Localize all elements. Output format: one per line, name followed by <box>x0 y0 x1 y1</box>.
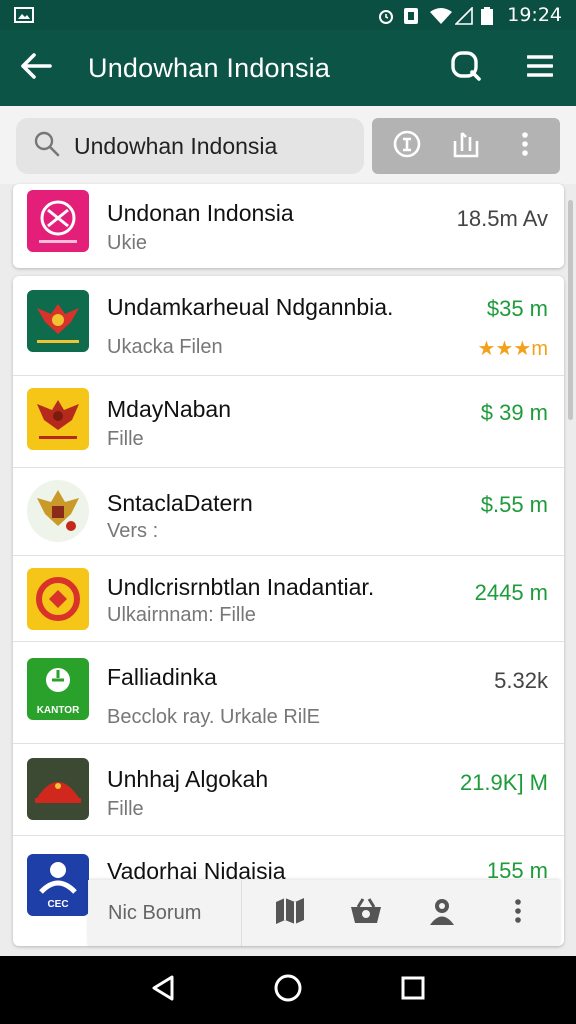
search-input[interactable]: Undowhan Indonsia <box>16 118 364 174</box>
app-list-card: Undamkarheual Ndgannbia. Ukacka Filen $3… <box>13 276 564 946</box>
app-price: 2445 m <box>474 580 548 605</box>
list-item[interactable]: KANTOR Falliadinka Becclok ray. Urkale R… <box>13 642 564 744</box>
scrollbar[interactable] <box>568 200 573 420</box>
bottom-bar-label: Nic Borum <box>108 901 202 924</box>
nav-back-icon <box>150 974 176 1007</box>
app-price: $35 m <box>486 296 548 321</box>
more-options-button[interactable] <box>507 128 543 164</box>
map-icon <box>274 896 306 931</box>
basket-button[interactable] <box>348 895 384 931</box>
toolbar-title: Undowhan Indonsia <box>88 52 331 83</box>
hamburger-menu-icon <box>526 54 554 83</box>
app-subtitle: Fille <box>107 428 144 450</box>
share-button[interactable] <box>448 128 484 164</box>
rating-stars: ★★★m <box>477 338 548 360</box>
list-item[interactable]: Undamkarheual Ndgannbia. Ukacka Filen $3… <box>13 276 564 376</box>
bottom-more-button[interactable] <box>500 895 536 931</box>
app-subtitle: Ulkairnnam: Fille <box>107 604 256 626</box>
app-icon-garuda-emblem <box>27 480 89 542</box>
wifi-icon <box>429 7 453 24</box>
status-time: 19:24 <box>507 4 562 26</box>
map-button[interactable] <box>272 895 308 931</box>
app-name: Undamkarheual Ndgannbia. <box>107 294 394 320</box>
person-icon <box>427 896 457 931</box>
screen: 19:24 Undowhan Indonsia Undowhan Indonsi… <box>0 0 576 1024</box>
signal-icon <box>454 6 474 25</box>
app-icon-red-hat <box>27 758 89 820</box>
search-icon <box>34 131 60 162</box>
app-price: 5.32k <box>494 668 548 693</box>
alarm-icon <box>377 7 395 24</box>
app-subtitle: Vers : <box>107 520 159 542</box>
basket-icon <box>349 897 383 930</box>
nav-home-icon <box>273 973 303 1008</box>
app-name: MdayNaban <box>107 396 232 422</box>
more-vert-icon <box>514 898 522 929</box>
app-subtitle: Fille <box>107 798 144 820</box>
back-arrow-icon <box>20 52 52 85</box>
list-item[interactable]: SntaclaDatern Vers : $.55 m <box>13 468 564 556</box>
search-query: Undowhan Indonsia <box>74 132 278 159</box>
top-result-card[interactable]: Undonan Indonsia Ukie 18.5m Av <box>13 184 564 268</box>
image-notification-icon <box>14 7 34 23</box>
app-meta: 18.5m Av <box>456 206 548 231</box>
more-vert-icon <box>521 131 529 162</box>
app-subtitle: Ukacka Filen <box>107 336 223 358</box>
nfc-icon <box>403 7 421 24</box>
list-item[interactable]: Undlcrisrnbtlan Inadantiar. Ulkairnnam: … <box>13 556 564 642</box>
app-name: Falliadinka <box>107 664 217 690</box>
app-icon-kantor: KANTOR <box>27 658 89 720</box>
app-icon-red-circle <box>27 568 89 630</box>
list-item[interactable]: Unhhaj Algokah Fille 21.9K] M <box>13 744 564 836</box>
system-nav-bar <box>0 956 576 1024</box>
search-button[interactable] <box>448 50 484 86</box>
share-icon <box>452 129 480 164</box>
app-name: Undonan Indonsia <box>107 200 294 226</box>
search-row: Undowhan Indonsia <box>0 106 576 184</box>
app-icon-garuda-yellow <box>27 388 89 450</box>
app-name: Undlcrisrnbtlan Inadantiar. <box>107 574 375 600</box>
nav-back-button[interactable] <box>141 968 185 1012</box>
app-subtitle: Ukie <box>107 232 148 254</box>
search-icon <box>450 50 482 87</box>
app-name: SntaclaDatern <box>107 490 253 516</box>
app-icon-blue-person: CEC <box>27 854 89 916</box>
app-price: 21.9K] M <box>459 770 548 795</box>
nav-home-button[interactable] <box>266 968 310 1012</box>
info-button[interactable] <box>389 128 425 164</box>
app-price: $.55 m <box>480 492 548 517</box>
battery-icon <box>481 7 499 25</box>
search-actions <box>372 118 560 174</box>
nav-recents-icon <box>400 975 426 1006</box>
app-price: $ 39 m <box>480 400 548 425</box>
nav-recents-button[interactable] <box>391 968 435 1012</box>
menu-button[interactable] <box>522 50 558 86</box>
profile-button[interactable] <box>424 895 460 931</box>
app-toolbar: Undowhan Indonsia <box>0 30 576 106</box>
app-subtitle: Becclok ray. Urkale RilE <box>107 706 321 728</box>
status-bar: 19:24 <box>0 0 576 30</box>
app-icon-caption: KANTOR <box>36 705 80 716</box>
app-icon-garuda-green <box>27 290 89 352</box>
app-name: Unhhaj Algokah <box>107 766 269 792</box>
list-item[interactable]: MdayNaban Fille $ 39 m <box>13 376 564 468</box>
bottom-action-bar: Nic Borum <box>88 880 560 946</box>
app-icon-undonan <box>27 190 89 252</box>
back-button[interactable] <box>18 50 54 86</box>
app-icon-caption: CEC <box>47 899 69 910</box>
info-icon <box>392 129 422 164</box>
